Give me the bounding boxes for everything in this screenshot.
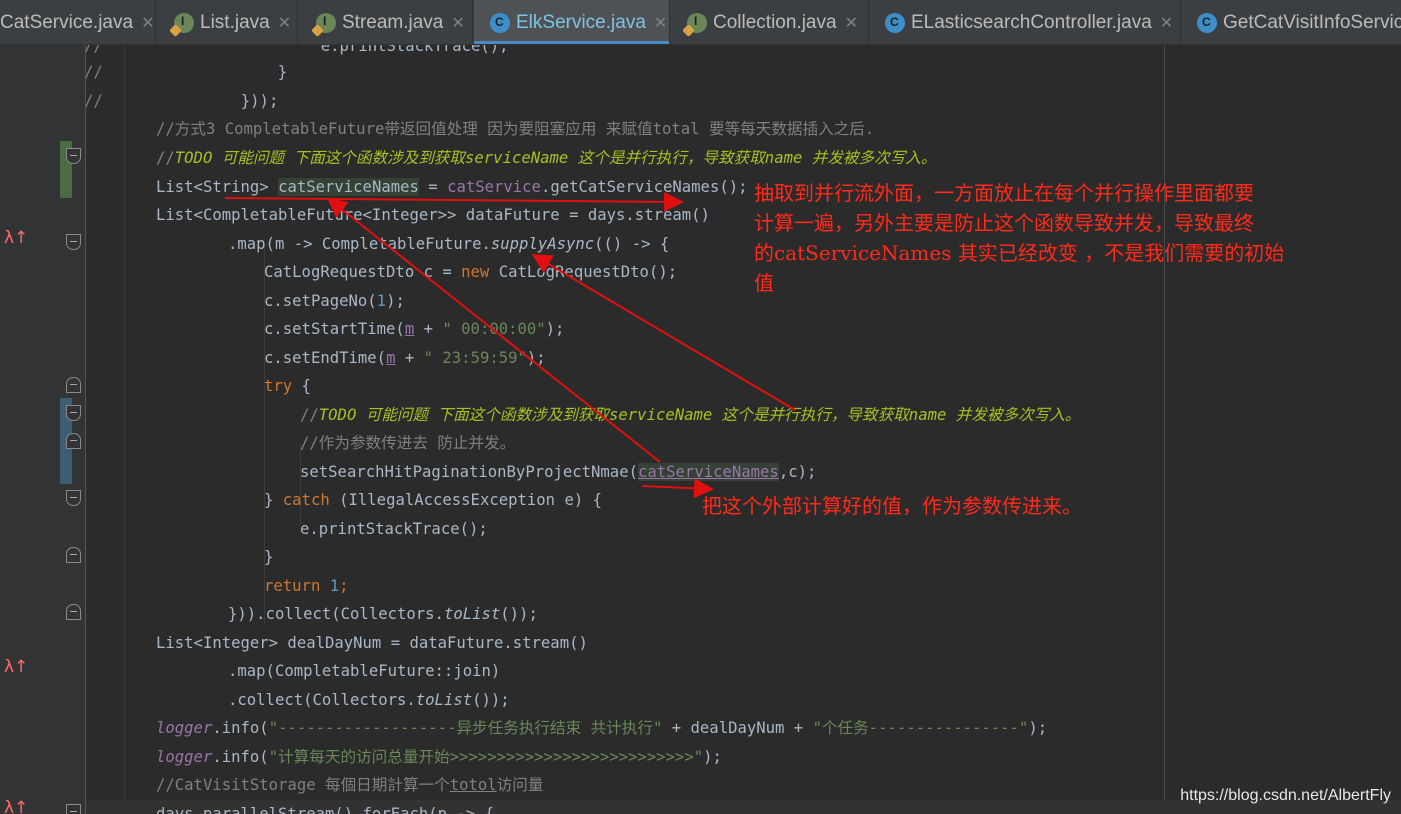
- fold-marker-icon[interactable]: [66, 490, 81, 506]
- code-line: CatLogRequestDto c = new CatLogRequestDt…: [264, 263, 678, 281]
- tab-list[interactable]: List.java ✕: [157, 0, 298, 44]
- lambda-override-icon[interactable]: λ↑: [4, 657, 28, 677]
- code-line: }: [264, 548, 274, 566]
- tab-collection[interactable]: Collection.java ✕: [671, 0, 869, 44]
- fold-marker-icon[interactable]: [66, 547, 81, 563]
- code-line: return 1;: [264, 577, 349, 595]
- code-editor[interactable]: //e.printStackTrace(); //} //})); //方式3 …: [86, 45, 1401, 814]
- fold-marker-icon[interactable]: [66, 148, 81, 164]
- code-line: .map(CompletableFuture::join): [228, 662, 501, 680]
- code-line: e.printStackTrace();: [300, 520, 488, 538]
- interface-icon: [687, 12, 707, 33]
- editor-tab-bar: CatService.java ✕ List.java ✕ Stream.jav…: [0, 0, 1401, 45]
- code-line: //}: [86, 63, 288, 81]
- tab-label: ElkService.java: [516, 11, 646, 33]
- code-line: setSearchHitPaginationByProjectNmae(catS…: [300, 463, 817, 481]
- class-icon: [490, 12, 510, 33]
- code-line: } catch (IllegalAccessException e) {: [264, 491, 602, 509]
- annotation-extract-note: 抽取到并行流外面，一方面放止在每个并行操作里面都要 计算一遍，另外主要是防止这个…: [754, 181, 1285, 295]
- code-line: List<CompletableFuture<Integer>> dataFut…: [156, 206, 710, 224]
- interface-icon: [174, 12, 194, 33]
- code-line: .map(m -> CompletableFuture.supplyAsync(…: [228, 235, 670, 253]
- tab-label: Collection.java: [713, 11, 837, 33]
- fold-marker-icon[interactable]: [66, 604, 81, 620]
- interface-icon: [316, 12, 336, 33]
- tab-catservice[interactable]: CatService.java ✕: [0, 0, 156, 44]
- close-icon[interactable]: ✕: [141, 13, 154, 33]
- tab-label: ELasticsearchController.java: [911, 11, 1152, 33]
- tab-stream[interactable]: Stream.java ✕: [299, 0, 473, 44]
- tab-label: CatService.java: [0, 11, 134, 33]
- close-icon[interactable]: ✕: [451, 13, 464, 33]
- code-line: //TODO 可能问题 下面这个函数涉及到获取serviceName 这个是并行…: [156, 149, 937, 167]
- code-line: c.setPageNo(1);: [264, 292, 405, 310]
- close-icon[interactable]: ✕: [1160, 13, 1173, 33]
- code-line: c.setStartTime(m + " 00:00:00");: [264, 320, 565, 338]
- code-line: c.setEndTime(m + " 23:59:59");: [264, 349, 546, 367]
- code-line: try {: [264, 377, 311, 395]
- annotation-param-note: 把这个外部计算好的值，作为参数传进来。: [702, 494, 1082, 518]
- code-line: logger.info("计算每天的访问总量开始>>>>>>>>>>>>>>>>…: [156, 748, 722, 766]
- tab-label: List.java: [200, 11, 270, 33]
- fold-marker-icon[interactable]: [66, 405, 81, 421]
- close-icon[interactable]: ✕: [845, 13, 858, 33]
- code-line: //TODO 可能问题 下面这个函数涉及到获取serviceName 这个是并行…: [300, 406, 1081, 424]
- close-icon[interactable]: ✕: [278, 13, 291, 33]
- fold-marker-icon[interactable]: [66, 377, 81, 393]
- tab-label: GetCatVisitInfoServic: [1223, 11, 1401, 33]
- code-line: //方式3 CompletableFuture带返回值处理 因为要阻塞应用 来赋…: [156, 120, 875, 138]
- fold-marker-icon[interactable]: [66, 433, 81, 449]
- class-icon: [885, 12, 905, 33]
- tab-elkservice[interactable]: ElkService.java ✕: [474, 0, 670, 44]
- code-line: //作为参数传进去 防止并发。: [300, 434, 516, 452]
- lambda-override-icon[interactable]: λ↑: [4, 228, 28, 248]
- fold-marker-icon[interactable]: [66, 804, 81, 814]
- watermark: https://blog.csdn.net/AlbertFly: [1180, 787, 1391, 804]
- code-line: days.parallelStream().forEach(p -> {: [156, 805, 494, 814]
- lambda-override-icon[interactable]: λ↑: [4, 798, 28, 814]
- close-icon[interactable]: ✕: [654, 13, 667, 33]
- tab-elasticsearch-controller[interactable]: ELasticsearchController.java ✕: [870, 0, 1181, 44]
- code-line: logger.info("-------------------异步任务执行结束…: [156, 719, 1048, 737]
- code-line: })).collect(Collectors.toList());: [228, 605, 538, 623]
- tab-label: Stream.java: [342, 11, 444, 33]
- tab-get-cat-visit-info[interactable]: GetCatVisitInfoServic: [1182, 0, 1401, 44]
- code-line: List<Integer> dealDayNum = dataFuture.st…: [156, 634, 588, 652]
- class-icon: [1197, 12, 1217, 33]
- code-line: //}));: [86, 92, 279, 110]
- code-line: .collect(Collectors.toList());: [228, 691, 510, 709]
- fold-marker-icon[interactable]: [66, 234, 81, 250]
- code-line: //CatVisitStorage 每個日期計算一个totol访问量: [156, 776, 544, 794]
- code-line: List<String> catServiceNames = catServic…: [156, 178, 748, 196]
